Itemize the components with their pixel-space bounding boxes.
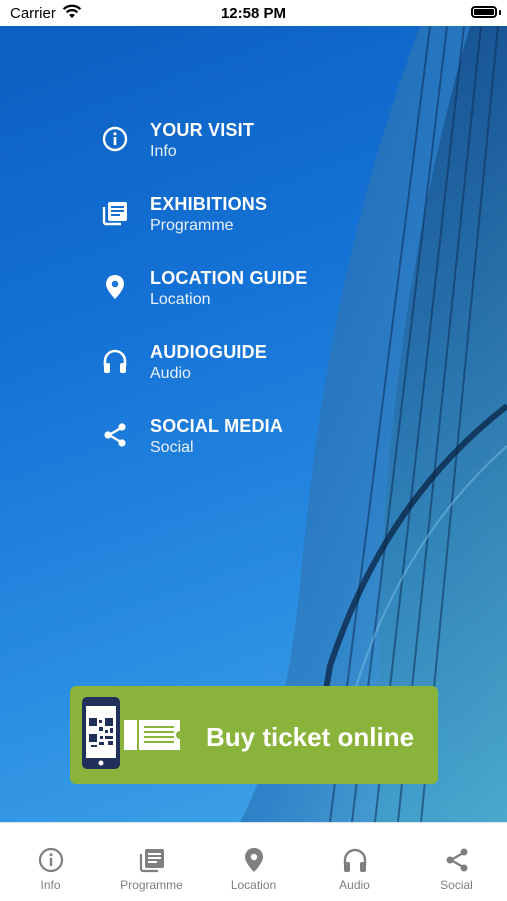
status-time: 12:58 PM bbox=[220, 5, 287, 22]
menu-item-title: AUDIOGUIDE bbox=[150, 342, 268, 362]
menu-item-subtitle: Audio bbox=[150, 365, 191, 382]
menu-item-title: LOCATION GUIDE bbox=[150, 268, 308, 288]
tab-social[interactable]: Social bbox=[406, 823, 507, 901]
menu-item-subtitle: Programme bbox=[150, 217, 234, 234]
menu-item-title: YOUR VISIT bbox=[150, 120, 255, 140]
tab-label: Programme bbox=[120, 878, 183, 892]
mobile-ticket-icon bbox=[82, 697, 184, 769]
share-icon bbox=[446, 848, 468, 872]
tab-label: Audio bbox=[339, 878, 370, 892]
tab-bar: Info Programme Location Audio Social bbox=[0, 822, 507, 900]
headphones-icon bbox=[343, 848, 367, 872]
menu-item-title: SOCIAL MEDIA bbox=[150, 416, 284, 436]
tab-audio[interactable]: Audio bbox=[304, 823, 405, 901]
info-icon bbox=[38, 847, 64, 873]
menu-item-social-media[interactable]: SOCIAL MEDIA Social bbox=[100, 414, 400, 488]
battery-icon bbox=[471, 6, 497, 18]
tab-label: Social bbox=[440, 878, 473, 892]
share-icon bbox=[104, 423, 126, 447]
menu-item-title: EXHIBITIONS bbox=[150, 194, 268, 214]
tab-programme[interactable]: Programme bbox=[101, 823, 202, 901]
buy-ticket-button[interactable]: Buy ticket online bbox=[70, 686, 438, 784]
newspaper-icon bbox=[102, 202, 127, 226]
tab-label: Location bbox=[230, 878, 277, 892]
headphones-icon bbox=[103, 349, 127, 373]
newspaper-icon bbox=[139, 849, 164, 873]
menu-item-location-guide[interactable]: LOCATION GUIDE Location bbox=[100, 266, 400, 340]
tab-info[interactable]: Info bbox=[0, 823, 101, 901]
menu-item-exhibitions[interactable]: EXHIBITIONS Programme bbox=[100, 192, 400, 266]
menu-item-your-visit[interactable]: YOUR VISIT Info bbox=[100, 118, 400, 192]
menu-item-subtitle: Location bbox=[150, 291, 211, 308]
menu-item-subtitle: Social bbox=[150, 439, 194, 456]
location-pin-icon bbox=[245, 848, 263, 872]
hero-background: YOUR VISIT Info EXHIBITIONS Programme LO… bbox=[0, 26, 507, 822]
tab-location[interactable]: Location bbox=[203, 823, 304, 901]
location-pin-icon bbox=[106, 275, 124, 299]
info-icon bbox=[102, 126, 128, 152]
main-menu: YOUR VISIT Info EXHIBITIONS Programme LO… bbox=[100, 118, 400, 488]
buy-ticket-label: Buy ticket online bbox=[206, 722, 415, 752]
status-bar: Carrier 12:58 PM bbox=[0, 0, 507, 26]
battery-tip bbox=[499, 10, 501, 15]
menu-item-audioguide[interactable]: AUDIOGUIDE Audio bbox=[100, 340, 400, 414]
menu-item-subtitle: Info bbox=[150, 143, 177, 160]
tab-label: Info bbox=[40, 878, 61, 892]
